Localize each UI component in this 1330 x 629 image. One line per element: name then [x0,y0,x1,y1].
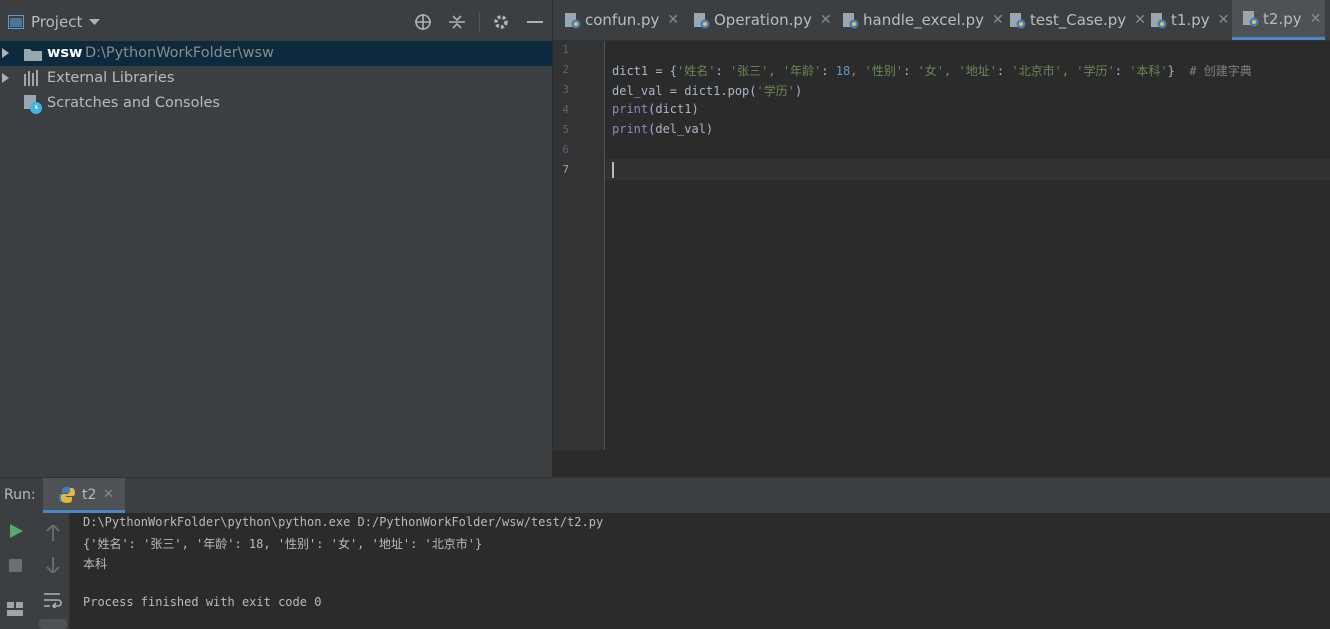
run-label: Run: [4,487,36,503]
tree-item-scratches[interactable]: Scratches and Consoles [0,91,552,116]
folder-icon [24,49,42,61]
line-number: 4 [562,103,569,116]
close-icon[interactable]: ✕ [1218,12,1230,28]
close-icon[interactable]: ✕ [667,12,679,28]
python-file-icon [1243,11,1259,27]
tab-label: t1.py [1171,11,1210,29]
collapse-all-icon[interactable] [446,11,468,33]
python-file-icon [1010,12,1026,28]
console-line: Process finished with exit code 0 [83,595,322,609]
text-caret [612,162,614,178]
arrow-up-icon[interactable] [46,525,60,541]
tree-item-label: wsw [47,45,83,61]
tab-label: Operation.py [714,11,812,29]
soft-wrap-icon[interactable] [44,592,62,608]
tree-item-label: Scratches and Consoles [47,95,220,111]
python-file-icon [1151,12,1167,28]
line-number: 3 [562,83,569,96]
run-tab-label: t2 [82,487,97,503]
minimize-icon[interactable] [524,11,546,33]
toolbar-divider [479,12,480,32]
tree-item-wsw[interactable]: wsw D:\PythonWorkFolder\wsw [0,41,552,66]
tree-item-path: D:\PythonWorkFolder\wsw [85,45,274,61]
tab-test-case[interactable]: test_Case.py ✕ [1009,0,1146,40]
python-file-icon [843,12,859,28]
code-line-2: dict1 = {'姓名': '张三', '年龄': 18, '性别': '女'… [612,64,1252,78]
expand-arrow-icon[interactable] [2,73,9,83]
run-toolbar [0,513,36,629]
console-output[interactable] [71,513,1330,629]
project-icon [8,15,24,29]
tab-handle-excel[interactable]: handle_excel.py ✕ [842,0,1004,40]
close-icon[interactable]: ✕ [820,12,832,28]
expand-arrow-icon[interactable] [2,48,9,58]
tab-label: confun.py [585,11,660,29]
close-icon[interactable]: ✕ [992,12,1004,28]
console-line: 本科 [83,557,108,571]
python-file-icon [694,12,710,28]
close-icon[interactable]: ✕ [103,487,114,502]
line-number: 7 [562,163,569,176]
line-number: 6 [562,143,569,156]
python-file-icon [565,12,581,28]
run-panel-header: Run: t2 ✕ [0,477,1330,513]
scratches-icon [24,95,42,114]
console-line: {'姓名': '张三', '年龄': 18, '性别': '女', '地址': … [83,537,483,551]
tab-label: handle_excel.py [863,11,985,29]
tab-t1[interactable]: t1.py ✕ [1150,0,1229,40]
line-number: 2 [562,63,569,76]
rerun-play-icon[interactable] [10,524,23,538]
close-icon[interactable]: ✕ [1310,11,1322,27]
code-line-4: print(dict1) [612,102,699,116]
gear-icon[interactable] [490,11,512,33]
layout-icon[interactable] [7,602,23,616]
caret-line-highlight [606,159,1330,180]
library-icon [24,70,38,86]
tree-item-external-libraries[interactable]: External Libraries [0,66,552,91]
code-line-5: print(del_val) [612,122,714,136]
tab-confun[interactable]: confun.py ✕ [564,0,679,40]
chevron-down-icon[interactable] [89,19,100,26]
line-number: 5 [562,123,569,136]
stop-icon[interactable] [9,559,22,572]
scroll-to-end-icon[interactable] [39,619,67,629]
tab-t2[interactable]: t2.py ✕ [1232,0,1325,40]
arrow-down-icon[interactable] [46,557,60,573]
close-icon[interactable]: ✕ [1134,12,1146,28]
python-icon [59,487,75,503]
line-number: 1 [562,43,569,56]
tab-operation[interactable]: Operation.py ✕ [693,0,832,40]
run-tab-t2[interactable]: t2 ✕ [43,478,125,513]
code-line-3: del_val = dict1.pop('学历') [612,84,803,98]
locate-icon[interactable] [412,11,434,33]
run-toolbar-secondary [36,513,70,629]
tab-label: t2.py [1263,9,1302,28]
tab-label: test_Case.py [1030,11,1127,29]
console-line: D:\PythonWorkFolder\python\python.exe D:… [83,515,604,529]
project-title[interactable]: Project [31,13,82,31]
tree-item-label: External Libraries [47,70,175,86]
project-panel-header: Project [0,0,552,42]
